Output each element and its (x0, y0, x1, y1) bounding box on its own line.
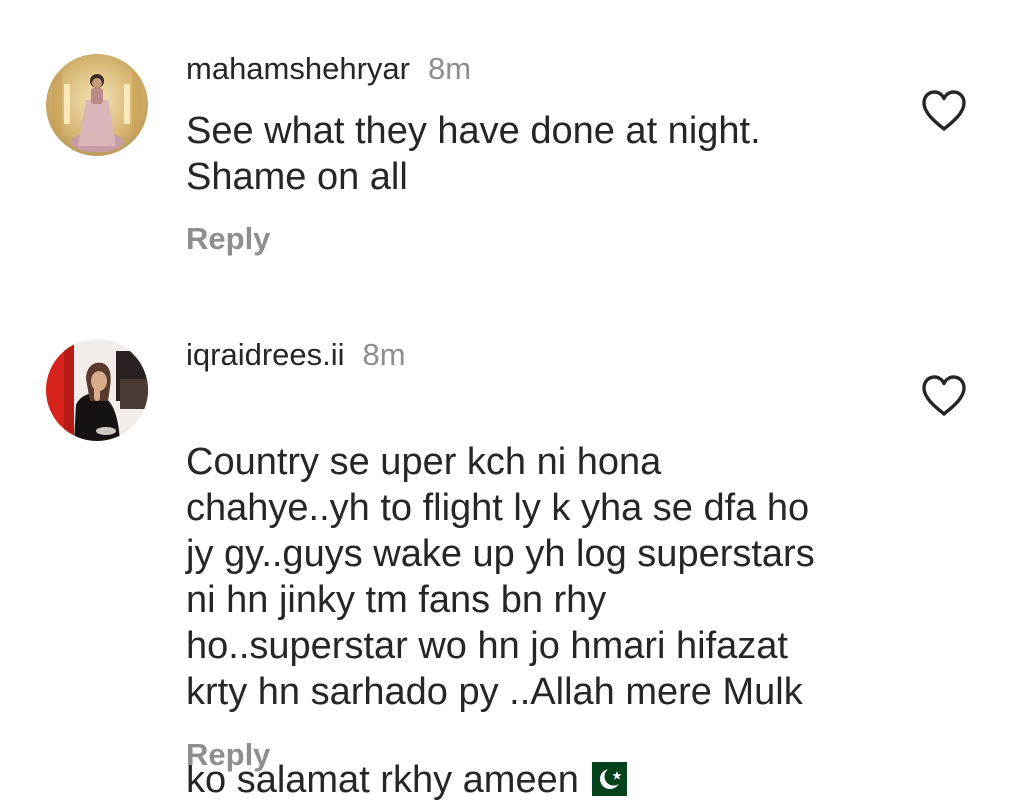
timestamp: 8m (362, 337, 406, 372)
like-button[interactable] (921, 89, 967, 133)
timestamp: 8m (427, 51, 472, 86)
username[interactable]: iqraidrees.ii (186, 337, 345, 372)
comment-header: iqraidrees.ii 8m (186, 337, 406, 373)
comment-text: Country se uper kch ni hona chahye..yh t… (186, 393, 866, 807)
avatar-photo (46, 339, 148, 441)
comment-item: mahamshehryar 8m See what they have done … (0, 0, 1024, 300)
avatar[interactable] (46, 339, 148, 441)
comment-text-body: Country se uper kch ni hona chahye..yh t… (186, 441, 815, 801)
comment-header: mahamshehryar 8m (186, 51, 471, 87)
pakistan-flag-icon (580, 715, 627, 807)
reply-button[interactable]: Reply (186, 221, 270, 257)
comment-item: iqraidrees.ii 8m Country se uper kch ni h… (0, 300, 1024, 801)
like-button[interactable] (921, 374, 967, 418)
heart-outline-icon (922, 375, 966, 416)
avatar-photo (46, 54, 148, 156)
reply-button[interactable]: Reply (186, 737, 270, 773)
avatar[interactable] (46, 54, 148, 156)
username[interactable]: mahamshehryar (186, 51, 410, 86)
heart-outline-icon (922, 90, 966, 131)
comment-text: See what they have done at night. Shame … (186, 110, 761, 198)
